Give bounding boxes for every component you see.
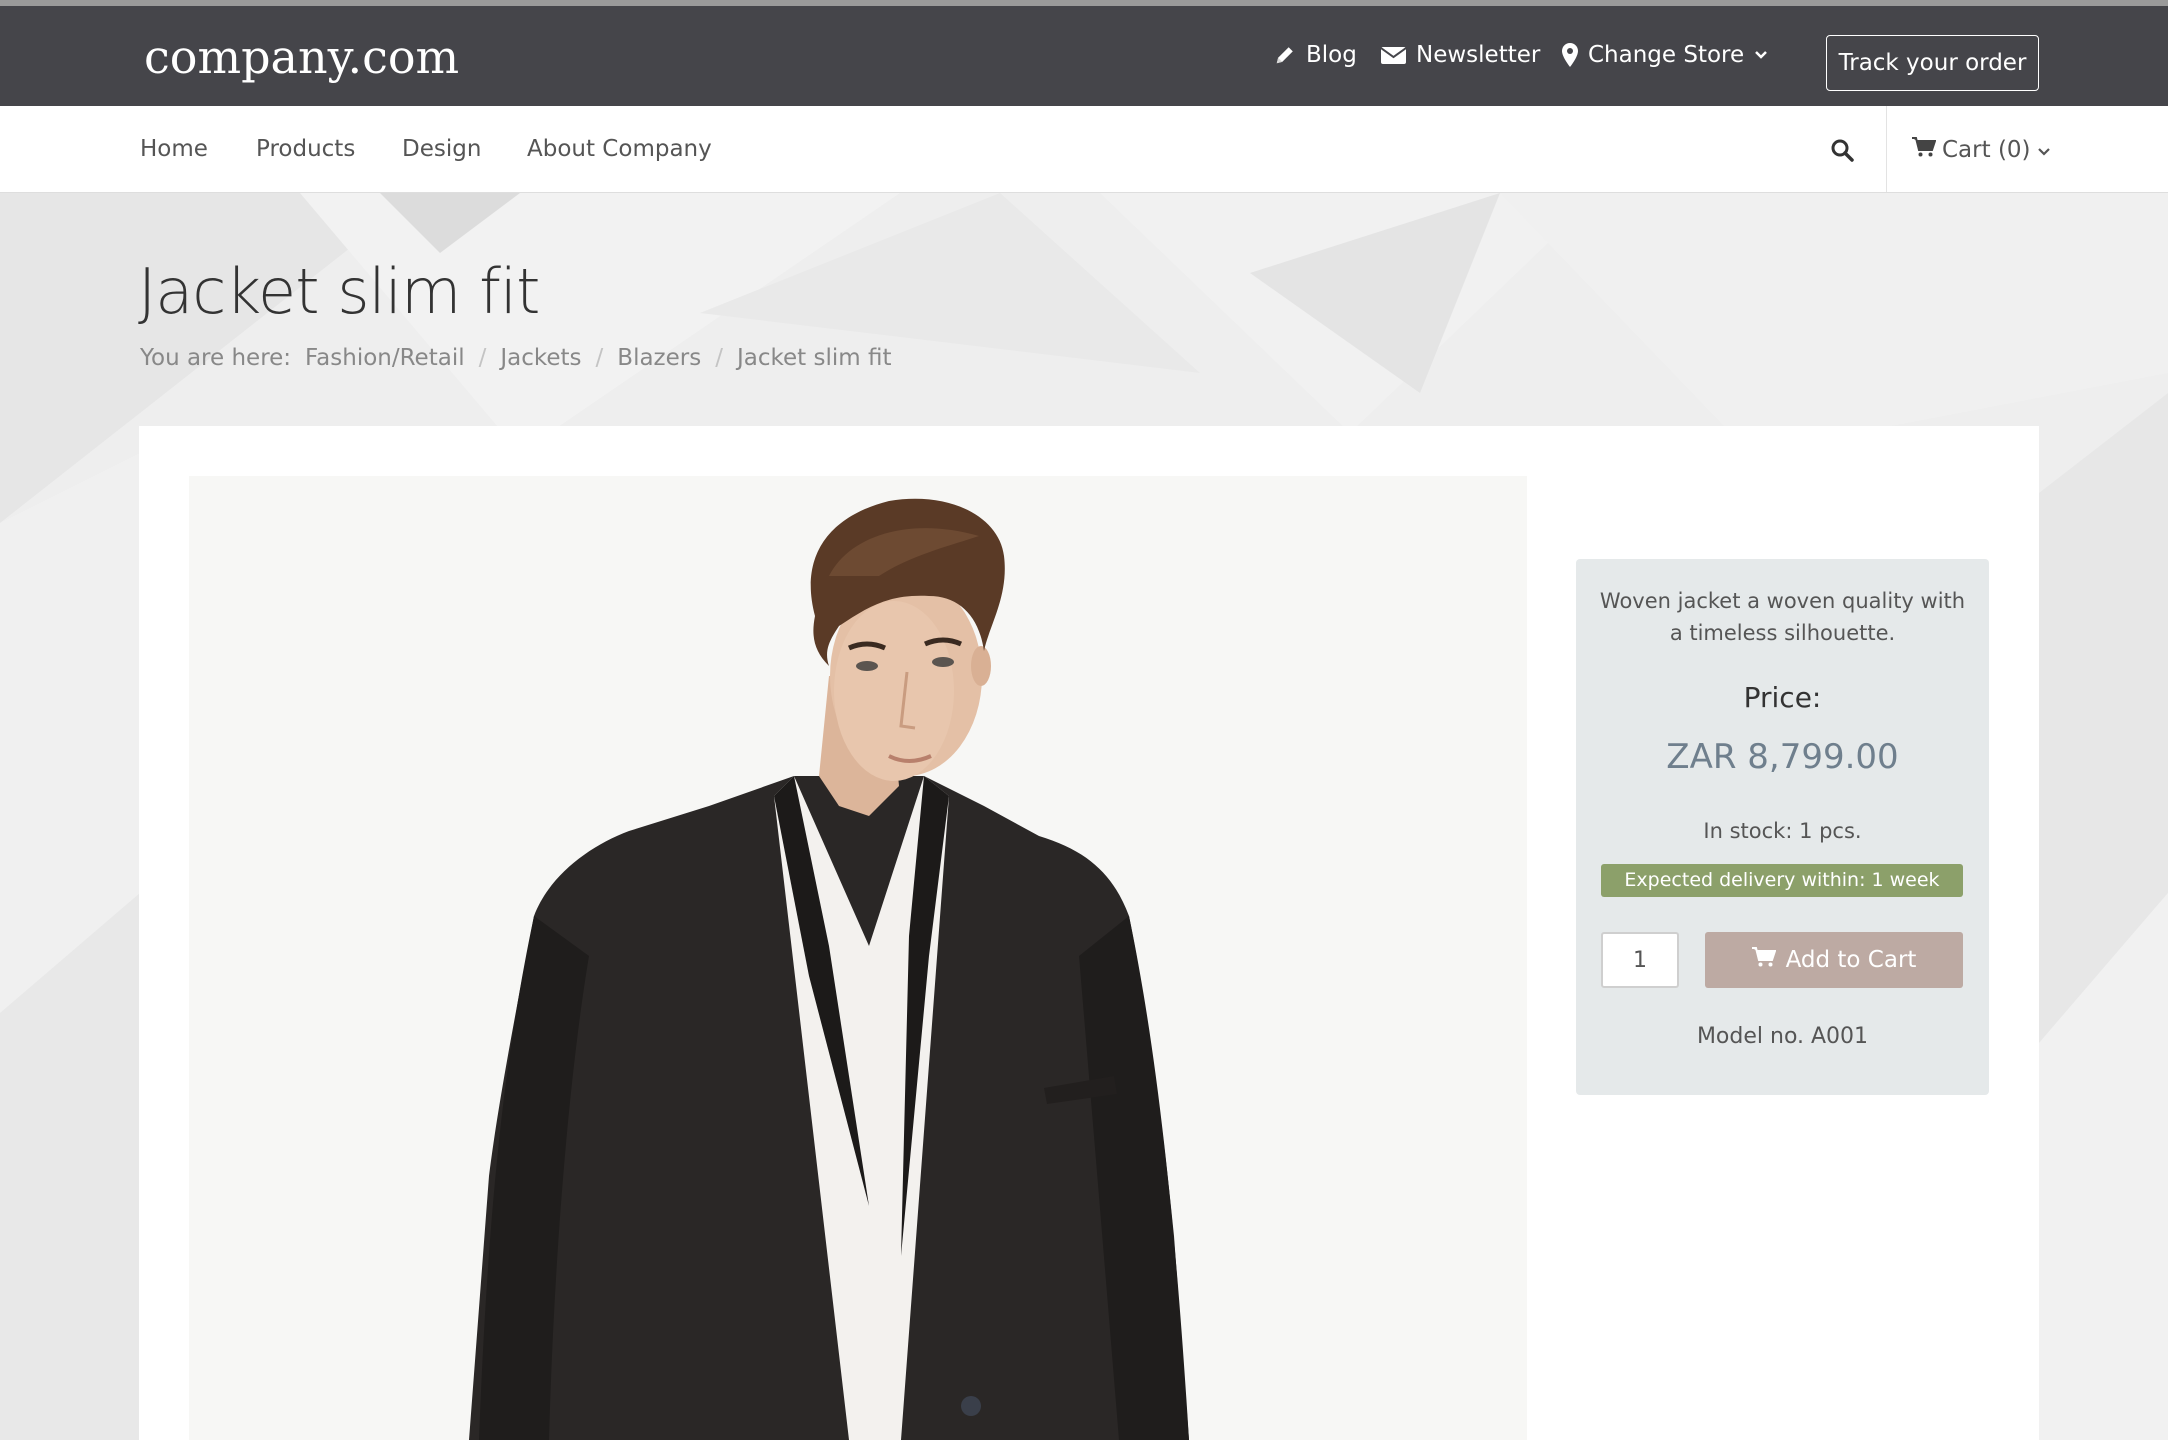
blog-label: Blog bbox=[1306, 42, 1357, 68]
product-description: Woven jacket a woven quality with a time… bbox=[1599, 589, 1966, 645]
newsletter-label: Newsletter bbox=[1416, 42, 1541, 68]
breadcrumb-separator: / bbox=[715, 345, 723, 371]
nav-item-home[interactable]: Home bbox=[140, 136, 208, 162]
breadcrumb-item-fashion-retail[interactable]: Fashion/Retail bbox=[305, 345, 465, 371]
cart-label: Cart (0) bbox=[1942, 137, 2031, 163]
chevron-down-icon bbox=[2037, 137, 2051, 163]
site-logo[interactable]: company.com bbox=[144, 30, 459, 84]
map-marker-icon bbox=[1562, 43, 1578, 67]
product-image[interactable] bbox=[189, 476, 1527, 1440]
product-info-panel: Woven jacket a woven quality with a time… bbox=[1576, 559, 1989, 1095]
price-value: ZAR 8,799.00 bbox=[1666, 737, 1899, 777]
breadcrumb-separator: / bbox=[595, 345, 604, 371]
breadcrumb-prefix: You are here: bbox=[140, 345, 292, 371]
search-icon[interactable] bbox=[1830, 138, 1854, 166]
cart-dropdown[interactable]: Cart (0) bbox=[1912, 136, 2051, 164]
breadcrumb: You are here: Fashion/Retail / Jackets /… bbox=[140, 345, 891, 371]
newsletter-link[interactable]: Newsletter bbox=[1381, 42, 1540, 68]
breadcrumb-separator: / bbox=[478, 345, 487, 371]
top-bar: company.com Blog Newsletter Change Store… bbox=[0, 6, 2168, 106]
breadcrumb-item-blazers[interactable]: Blazers bbox=[617, 345, 701, 371]
pencil-icon bbox=[1274, 44, 1296, 66]
main-nav: Home Products Design About Company Cart … bbox=[0, 106, 2168, 193]
nav-divider bbox=[1886, 106, 1887, 192]
nav-item-about-company[interactable]: About Company bbox=[527, 136, 712, 162]
envelope-icon bbox=[1381, 45, 1406, 65]
nav-item-design[interactable]: Design bbox=[402, 136, 481, 162]
change-store-dropdown[interactable]: Change Store bbox=[1562, 42, 1768, 68]
add-to-cart-button[interactable]: Add to Cart bbox=[1705, 932, 1963, 988]
chevron-down-icon bbox=[1754, 50, 1768, 60]
change-store-label: Change Store bbox=[1588, 42, 1745, 68]
breadcrumb-item-current: Jacket slim fit bbox=[736, 345, 892, 371]
stock-status: In stock: 1 pcs. bbox=[1703, 819, 1862, 843]
quantity-input[interactable] bbox=[1601, 932, 1679, 988]
delivery-badge: Expected delivery within: 1 week bbox=[1601, 864, 1963, 897]
price-label: Price: bbox=[1743, 681, 1822, 714]
cart-icon bbox=[1912, 136, 1937, 164]
model-number: Model no. A001 bbox=[1696, 1024, 1869, 1049]
nav-item-products[interactable]: Products bbox=[256, 136, 355, 162]
blog-link[interactable]: Blog bbox=[1274, 42, 1357, 68]
breadcrumb-item-jackets[interactable]: Jackets bbox=[500, 345, 581, 371]
add-to-cart-label: Add to Cart bbox=[1785, 947, 1917, 973]
cart-icon bbox=[1751, 946, 1776, 974]
track-order-button[interactable]: Track your order bbox=[1826, 35, 2039, 91]
page-title: Jacket slim fit bbox=[138, 255, 540, 328]
